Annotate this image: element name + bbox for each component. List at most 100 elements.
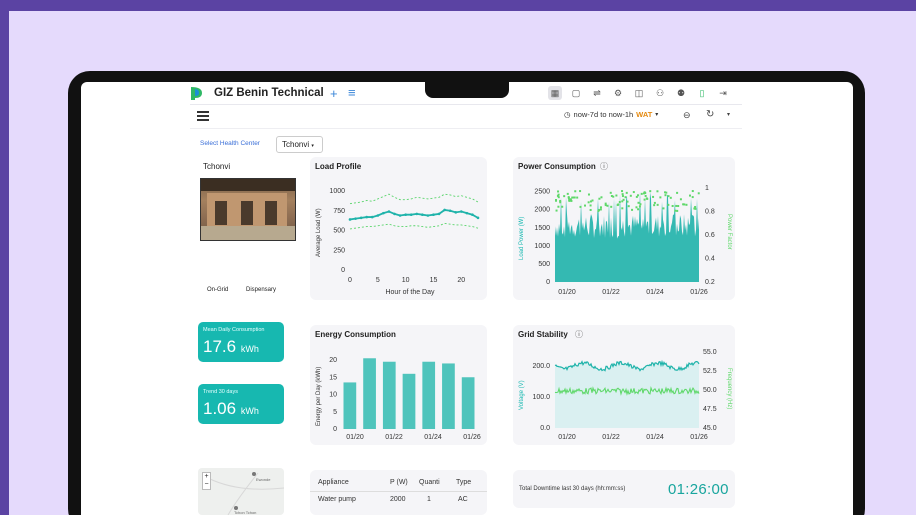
x-tick-label: 01/24 — [646, 434, 664, 441]
map-place-2: Tchon Tchon — [234, 510, 257, 515]
book-icon[interactable]: ◫ — [632, 86, 646, 100]
x-tick-label: 10 — [402, 277, 410, 284]
power-factor-point — [659, 196, 662, 199]
refresh-options-chevron-icon[interactable]: ▾ — [727, 111, 730, 118]
energy-bar — [402, 373, 416, 429]
power-factor-point — [557, 193, 560, 196]
downtime-value: 01:26:00 — [668, 481, 729, 498]
energy-consumption-chart: Energy per Day (kWh) 20 15 10 5 0 01/20 01/22… — [316, 357, 481, 441]
y2-tick-label: 0.4 — [705, 256, 715, 263]
map-zoom-controls: + − — [202, 472, 211, 490]
data-point — [348, 218, 352, 221]
power-factor-point — [677, 205, 680, 208]
users-icon[interactable]: ⚉ — [674, 86, 688, 100]
type-tag: Dispensary — [246, 287, 277, 293]
power-factor-point — [627, 205, 630, 208]
map-widget[interactable]: + − Ewonde Tchon Tchon — [198, 468, 284, 515]
data-point — [359, 216, 363, 220]
y2-tick-label: 0.2 — [705, 279, 715, 286]
x-tick-label: 01/26 — [463, 434, 481, 441]
power-factor-point — [579, 205, 582, 208]
power-factor-point — [584, 204, 587, 207]
list-icon[interactable]: ≡ — [348, 86, 356, 100]
power-factor-point — [631, 208, 634, 211]
settings-icon[interactable]: ⚙ — [611, 86, 625, 100]
battery-icon[interactable]: ▯ — [695, 86, 709, 100]
health-center-select[interactable]: Tchonvi ▾ — [276, 136, 323, 153]
energy-bar — [343, 382, 357, 429]
data-point — [365, 215, 368, 219]
power-factor-point — [567, 197, 570, 200]
x-tick-label: 01/22 — [385, 434, 403, 441]
x-tick-label: 5 — [376, 277, 380, 284]
info-icon[interactable]: ⓘ — [575, 329, 583, 340]
power-factor-point — [662, 207, 665, 210]
zoom-in-button[interactable]: + — [203, 473, 210, 481]
downtime-label: Total Downtime last 30 days (hh:mm:ss) — [519, 486, 626, 492]
refresh-icon[interactable]: ↻ — [706, 109, 714, 120]
appliances-table: Appliance P (W) Quanti Type Water pump 2… — [310, 470, 487, 515]
data-point — [454, 211, 458, 214]
power-factor-point — [676, 191, 679, 194]
power-factor-point — [643, 198, 646, 201]
data-point — [398, 214, 402, 217]
y-tick-label: 0 — [341, 267, 345, 274]
energy-bar — [422, 361, 436, 429]
folder-icon[interactable]: ▢ — [569, 86, 583, 100]
energy-bar — [461, 377, 475, 429]
chevron-down-icon: ▾ — [655, 112, 659, 118]
zoom-out-button[interactable]: − — [203, 481, 210, 489]
dashboard-icon[interactable]: ▦ — [548, 86, 562, 100]
power-factor-point — [587, 201, 590, 204]
power-factor-point — [676, 209, 679, 212]
time-range-picker[interactable]: ◷ now-7d to now-1h WAT ▾ — [564, 110, 658, 119]
power-factor-point — [637, 208, 640, 211]
x-tick-label: 01/24 — [646, 289, 664, 296]
x-tick-label: 01/20 — [558, 289, 576, 296]
y2-tick-label: 1 — [705, 185, 709, 192]
data-point — [387, 210, 391, 213]
power-factor-point — [615, 194, 618, 197]
power-factor-point — [559, 201, 562, 204]
power-factor-point — [671, 205, 674, 208]
power-factor-point — [597, 209, 600, 212]
facility-photo — [200, 178, 296, 241]
health-center-label: Select Health Center — [200, 140, 260, 147]
power-factor-point — [561, 205, 564, 208]
toolbar-divider — [190, 128, 742, 129]
power-factor-point — [667, 203, 670, 206]
power-factor-point — [622, 198, 625, 201]
logout-icon[interactable]: ⇥ — [716, 86, 730, 100]
menu-icon[interactable] — [197, 111, 209, 121]
health-center-value: Tchonvi — [282, 140, 310, 149]
zoom-out-icon[interactable]: ⊖ — [683, 110, 691, 121]
power-factor-point — [566, 192, 569, 195]
power-ylabel-right: Power Factor — [726, 214, 732, 250]
power-factor-point — [632, 191, 635, 194]
y-tick-label: 2000 — [534, 207, 550, 214]
power-factor-point — [691, 196, 694, 199]
power-factor-point — [675, 204, 678, 207]
add-dashboard-icon[interactable]: + — [330, 87, 338, 101]
data-point — [460, 210, 463, 213]
grid-tag: On-Grid — [207, 287, 229, 293]
power-factor-point — [640, 192, 643, 195]
load-profile-ylabel: Average Load (W) — [316, 208, 322, 257]
y-tick-label: 1000 — [329, 188, 345, 195]
user-icon[interactable]: ⚇ — [653, 86, 667, 100]
y2-tick-label: 45.0 — [703, 425, 717, 432]
power-factor-point — [649, 190, 652, 193]
cart-icon[interactable]: ⇌ — [590, 86, 604, 100]
info-icon[interactable]: ⓘ — [600, 161, 608, 172]
power-factor-point — [589, 208, 592, 211]
power-factor-point — [618, 200, 621, 203]
data-point — [415, 212, 419, 216]
power-factor-point — [679, 198, 682, 201]
power-factor-point — [685, 203, 688, 206]
power-factor-point — [587, 193, 590, 196]
x-tick-label: 01/26 — [690, 289, 708, 296]
power-factor-point — [697, 192, 700, 195]
grid-ylabel-right: Frequency (Hz) — [726, 368, 732, 409]
power-factor-point — [674, 209, 677, 212]
y-tick-label: 1000 — [534, 243, 550, 250]
